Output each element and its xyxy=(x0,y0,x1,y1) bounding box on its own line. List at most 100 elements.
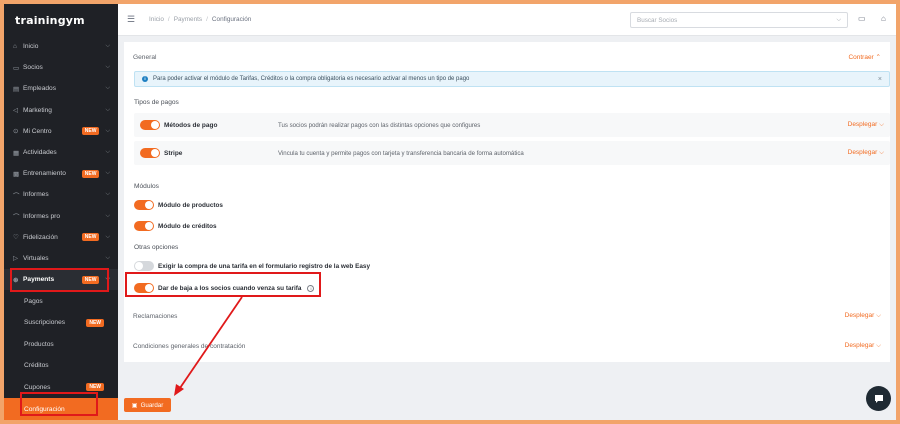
chevron-down-icon: ⌵ xyxy=(105,127,110,134)
expand-link[interactable]: Desplegar ⌵ xyxy=(848,149,884,157)
option-label: Exigir la compra de una tarifa en el for… xyxy=(158,262,371,270)
sidebar-subitem[interactable]: Pagos xyxy=(4,290,118,312)
sidebar-item-label: Marketing xyxy=(23,106,52,114)
breadcrumb-separator: / xyxy=(167,16,170,23)
payment-types-title: Tipos de pagos xyxy=(134,99,179,106)
claims-section[interactable]: Reclamaciones Desplegar ⌵ xyxy=(124,304,890,328)
sidebar-item-label: Socios xyxy=(23,64,43,72)
payment-type-name: Métodos de pago xyxy=(164,121,218,129)
chevron-down-icon: ⌵ xyxy=(105,170,110,177)
card-icon[interactable]: ▭ xyxy=(858,14,866,23)
sidebar-item-label: Actividades xyxy=(23,149,57,157)
sidebar-item-socios[interactable]: ▭ Socios ⌵ xyxy=(4,57,118,78)
general-title: General xyxy=(133,53,157,61)
sidebar-nav: ⌂ Inicio ⌵ ▭ Socios ⌵ ▤ Empleados ⌵ ◁ Marketing ⌵ ⊙ M… xyxy=(4,36,118,420)
chevron-down-icon: ⌵ xyxy=(105,106,110,113)
stripe-toggle[interactable] xyxy=(140,148,160,158)
module-label: Módulo de productos xyxy=(158,201,223,209)
module-option: Módulo de créditos xyxy=(134,221,217,231)
highlight-payments xyxy=(10,268,109,292)
expand-label: Desplegar xyxy=(844,312,875,319)
sidebar-item-mi-centro[interactable]: ⊙ Mi Centro NEW ⌵ xyxy=(4,121,118,142)
nav-icon: ♡ xyxy=(13,234,19,242)
expand-link[interactable]: Desplegar ⌵ xyxy=(845,312,881,320)
highlight-option xyxy=(125,272,321,297)
sidebar-item-label: Virtuales xyxy=(23,254,49,262)
section-title: Condiciones generales de contratación xyxy=(133,342,246,350)
save-button[interactable]: ▣ Guardar xyxy=(124,398,171,412)
payment-type-card: Métodos de pago Tus socios podrán realiz… xyxy=(134,113,890,137)
chat-button[interactable] xyxy=(866,386,891,411)
chevron-down-icon: ⌵ xyxy=(105,212,110,219)
save-icon: ▣ xyxy=(131,401,138,409)
chevron-down-icon: ⌵ xyxy=(105,85,110,92)
sidebar: trainingym ⌂ Inicio ⌵ ▭ Socios ⌵ ▤ Empleados ⌵ ◁ M… xyxy=(4,4,118,420)
terms-section[interactable]: Condiciones generales de contratación De… xyxy=(124,334,890,358)
sidebar-item-informes[interactable]: ⌒ Informes ⌵ xyxy=(4,184,118,205)
payment-type-card: Stripe Vincula tu cuenta y permite pagos… xyxy=(134,141,890,165)
sidebar-item-empleados[interactable]: ▤ Empleados ⌵ xyxy=(4,78,118,99)
payment-methods-toggle[interactable] xyxy=(140,120,160,130)
expand-link[interactable]: Desplegar ⌵ xyxy=(848,121,884,129)
new-badge: NEW xyxy=(81,233,100,242)
app-logo: trainingym xyxy=(15,13,85,27)
module-option: Módulo de productos xyxy=(134,200,223,210)
alert-text: Para poder activar el módulo de Tarifas,… xyxy=(153,76,470,82)
require-rate-toggle[interactable] xyxy=(134,261,154,271)
sidebar-item-marketing[interactable]: ◁ Marketing ⌵ xyxy=(4,100,118,121)
new-badge: NEW xyxy=(81,169,100,178)
sidebar-item-label: Inicio xyxy=(23,43,39,51)
nav-icon: ⊙ xyxy=(13,128,19,136)
sidebar-subitem[interactable]: Productos xyxy=(4,333,118,355)
breadcrumb-item[interactable]: Payments xyxy=(174,16,202,23)
menu-toggle-icon[interactable]: ☰ xyxy=(127,14,141,25)
new-badge: NEW xyxy=(81,127,100,136)
sidebar-item-fidelización[interactable]: ♡ Fidelización NEW ⌵ xyxy=(4,227,118,248)
collapse-label: Contraer xyxy=(848,54,874,61)
sidebar-item-virtuales[interactable]: ▷ Virtuales ⌵ xyxy=(4,248,118,269)
sidebar-subitem-label: Créditos xyxy=(24,362,49,370)
breadcrumb: Inicio / Payments / Configuración xyxy=(149,16,251,23)
nav-icon: ⌂ xyxy=(13,43,17,51)
app-window: trainingym ⌂ Inicio ⌵ ▭ Socios ⌵ ▤ Empleados ⌵ ◁ M… xyxy=(4,4,896,420)
sidebar-item-label: Entrenamiento xyxy=(23,170,66,178)
member-search-select[interactable]: Buscar Socios ⌵ xyxy=(630,12,848,28)
sidebar-item-entrenamiento[interactable]: ▩ Entrenamiento NEW ⌵ xyxy=(4,163,118,184)
payment-type-description: Tus socios podrán realizar pagos con las… xyxy=(278,121,481,129)
highlight-configuracion xyxy=(20,392,98,416)
nav-icon: ◁ xyxy=(13,107,18,115)
nav-icon: ▷ xyxy=(13,255,18,263)
products-module-toggle[interactable] xyxy=(134,200,154,210)
expand-link[interactable]: Desplegar ⌵ xyxy=(845,342,881,350)
nav-icon: ▦ xyxy=(13,149,20,157)
breadcrumb-item[interactable]: Inicio xyxy=(149,16,164,23)
other-options-title: Otras opciones xyxy=(134,244,179,251)
topbar: ☰ Inicio / Payments / Configuración Busc… xyxy=(118,4,896,36)
sidebar-item-label: Informes pro xyxy=(23,212,61,220)
modules-title: Módulos xyxy=(134,183,159,190)
general-header: General Contraer ⌃ xyxy=(124,42,890,72)
sidebar-subitem-label: Cupones xyxy=(24,383,51,391)
sidebar-item-label: Empleados xyxy=(23,85,56,93)
collapse-link[interactable]: Contraer ⌃ xyxy=(848,53,881,61)
expand-label: Desplegar xyxy=(847,121,878,128)
info-alert: i Para poder activar el módulo de Tarifa… xyxy=(134,71,890,87)
nav-icon: ▤ xyxy=(13,85,20,93)
payment-type-name: Stripe xyxy=(164,149,183,157)
chevron-down-icon: ⌵ xyxy=(105,191,110,198)
sidebar-subitem[interactable]: Suscripciones NEW xyxy=(4,312,118,334)
sidebar-item-informes-pro[interactable]: ⌒ Informes pro ⌵ xyxy=(4,206,118,227)
credits-module-toggle[interactable] xyxy=(134,221,154,231)
chat-icon xyxy=(874,394,883,403)
section-title: Reclamaciones xyxy=(133,312,178,320)
sidebar-subitem[interactable]: Créditos xyxy=(4,355,118,377)
sidebar-item-inicio[interactable]: ⌂ Inicio ⌵ xyxy=(4,36,118,57)
sidebar-item-actividades[interactable]: ▦ Actividades ⌵ xyxy=(4,142,118,163)
sidebar-subitem-label: Pagos xyxy=(24,297,43,305)
new-badge: NEW xyxy=(86,383,104,392)
new-badge: NEW xyxy=(86,318,104,327)
other-option: Exigir la compra de una tarifa en el for… xyxy=(134,261,370,271)
close-icon[interactable]: × xyxy=(878,76,882,83)
home-icon[interactable]: ⌂ xyxy=(881,14,886,23)
nav-icon: ⌒ xyxy=(13,192,20,200)
